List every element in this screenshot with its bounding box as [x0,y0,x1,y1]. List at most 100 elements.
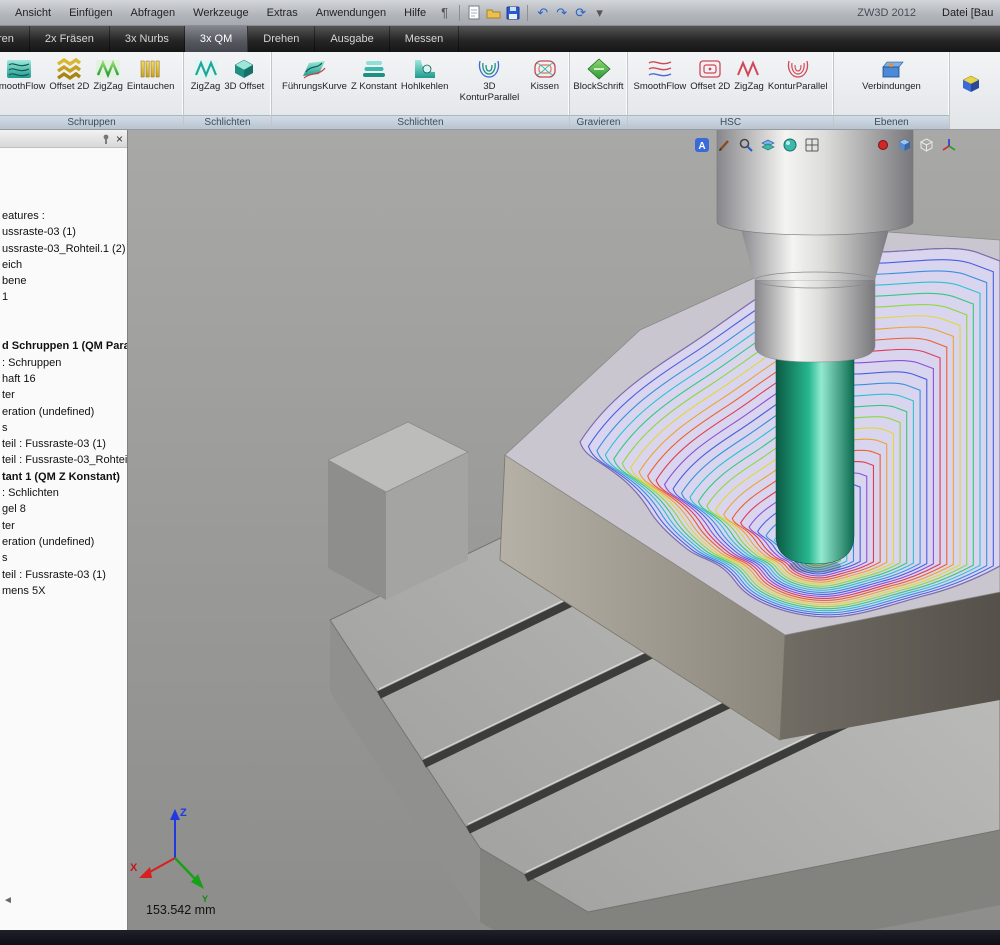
panel-scroll-left-button[interactable]: ◄ [3,895,13,906]
btn-3d-konturparallel[interactable]: 3D KonturParallel [450,55,528,104]
save-icon[interactable] [503,3,522,22]
group-label-schlichten: Schlichten [184,115,271,129]
btn-fuehrungskurve[interactable]: FührungsKurve [280,55,349,94]
btn-zigzag-schlichten[interactable]: ZigZag [189,55,223,94]
redo-icon[interactable]: ↷ [552,3,571,22]
tree-item[interactable]: mens 5X [2,583,127,599]
refresh-icon[interactable]: ⟳ [571,3,590,22]
btn-zigzag-schruppen[interactable]: ZigZag [91,55,125,94]
fillet-corner-icon [414,60,435,78]
file-label: Datei [Bau [942,6,994,19]
axis-z-label: Z [180,807,187,819]
cube-icon[interactable] [958,72,984,96]
tree-item[interactable]: gel 8 [2,501,127,517]
svg-text:A: A [698,141,705,152]
contour-parallel-icon [479,60,500,78]
plunge-bars-icon [140,60,160,78]
undo-icon[interactable]: ↶ [533,3,552,22]
magnifier-icon[interactable] [737,136,754,153]
menu-anwendungen[interactable]: Anwendungen [307,2,395,24]
tree-item[interactable]: eration (undefined) [2,534,127,550]
tree-item[interactable]: ter [2,387,127,403]
ribbon: SmoothFlow Offset 2D ZigZag [0,52,1000,130]
btn-smoothflow-schruppen[interactable]: SmoothFlow [0,55,47,94]
btn-konturparallel-hsc[interactable]: KonturParallel [766,55,830,94]
record-dot-icon[interactable] [874,136,891,153]
btn-blockschrift[interactable]: BlockSchrift [571,55,625,94]
tab-messen[interactable]: Messen [390,26,460,52]
menu-einfuegen[interactable]: Einfügen [60,2,121,24]
zigzag-icon [737,60,759,78]
btn-eintauchen[interactable]: Eintauchen [125,55,177,94]
tree-item[interactable]: teil : Fussraste-03 (1) [2,567,127,583]
btn-hohlkehlen[interactable]: Hohlkehlen [399,55,451,94]
zigzag-icon [96,59,121,79]
iso-box-icon [234,59,254,78]
tree-item[interactable]: ter [2,518,127,534]
tree-item[interactable]: s [2,420,127,436]
btn-verbindungen[interactable]: Verbindungen [860,55,923,94]
btn-3d-offset[interactable]: 3D Offset [222,55,266,94]
tab-ausgabe[interactable]: Ausgabe [315,26,390,52]
ribbon-group-ebenen: Verbindungen Ebenen [834,52,950,129]
tree-item[interactable]: 1 [2,289,127,305]
group-label-ebenen: Ebenen [834,115,949,129]
open-folder-icon[interactable] [484,3,503,22]
tree-item-operation[interactable]: d Schruppen 1 (QM Paralle [2,338,127,354]
btn-kissen[interactable]: Kissen [528,55,561,94]
close-icon[interactable]: × [116,133,123,145]
btn-zigzag-hsc[interactable]: ZigZag [732,55,766,94]
btn-z-konstant[interactable]: Z Konstant [349,55,399,94]
view-cube-icon[interactable] [896,136,913,153]
btn-smoothflow-hsc[interactable]: SmoothFlow [631,55,688,94]
offset-2d-icon [57,57,82,81]
tree-item[interactable]: haft 16 [2,371,127,387]
tab-cut-left[interactable]: ren [0,26,30,52]
pillow-icon [534,60,556,78]
btn-offset2d-schruppen[interactable]: Offset 2D [47,55,91,94]
menu-abfragen[interactable]: Abfragen [122,2,185,24]
tab-2x-fraesen[interactable]: 2x Fräsen [30,26,110,52]
wireframe-cube-icon[interactable] [918,136,935,153]
tree-item[interactable]: eration (undefined) [2,404,127,420]
z-level-slices-icon [362,61,385,77]
menu-extras[interactable]: Extras [258,2,307,24]
layers-icon[interactable] [759,136,776,153]
pen-icon[interactable] [715,136,732,153]
zigzag-icon [193,60,218,78]
group-label-schruppen: Schruppen [0,115,183,129]
shade-sphere-icon[interactable] [781,136,798,153]
tree-item[interactable]: s [2,550,127,566]
tree-item[interactable]: bene [2,273,127,289]
menu-ansicht[interactable]: Ansicht [6,2,60,24]
tab-3x-nurbs[interactable]: 3x Nurbs [110,26,185,52]
menu-werkzeuge[interactable]: Werkzeuge [184,2,257,24]
main-area: Z X Y 153.542 mm A × eatures: ussraste-… [0,130,1000,930]
tree-item[interactable]: eatures : [2,208,127,224]
pilcrow-icon[interactable]: ¶ [435,3,454,22]
tree-item[interactable]: teil : Fussraste-03 (1) [2,436,127,452]
more-icon[interactable]: ▾ [590,3,609,22]
tree-item[interactable]: : Schlichten [2,485,127,501]
flow-lines-icon [648,61,672,77]
tab-3x-qm[interactable]: 3x QM [184,26,249,52]
tab-drehen[interactable]: Drehen [248,26,316,52]
pin-icon[interactable] [100,133,112,145]
tree-item[interactable]: ussraste-03_Rohteil.1 (2) [2,241,127,257]
grid-icon[interactable] [803,136,820,153]
tree-item[interactable]: teil : Fussraste-03_Rohteil.1 [2,452,127,468]
new-document-icon[interactable] [465,3,484,22]
label-visibility-icon[interactable]: A [693,136,710,153]
tree-item-operation[interactable]: tant 1 (QM Z Konstant) [2,469,127,485]
tree-item[interactable]: eich [2,257,127,273]
container-icon [882,61,905,78]
tree-item[interactable]: ussraste-03 (1) [2,224,127,240]
menu-hilfe[interactable]: Hilfe [395,2,435,24]
viewport-3d[interactable]: Z X Y 153.542 mm A [128,130,1000,930]
triad-axes-icon[interactable] [940,136,957,153]
viewport-toolbar-display: A [693,136,820,153]
btn-offset2d-hsc[interactable]: Offset 2D [688,55,732,94]
tree-item[interactable]: : Schruppen [2,355,127,371]
toolbar-separator [527,4,529,21]
tree-gap [2,306,127,322]
